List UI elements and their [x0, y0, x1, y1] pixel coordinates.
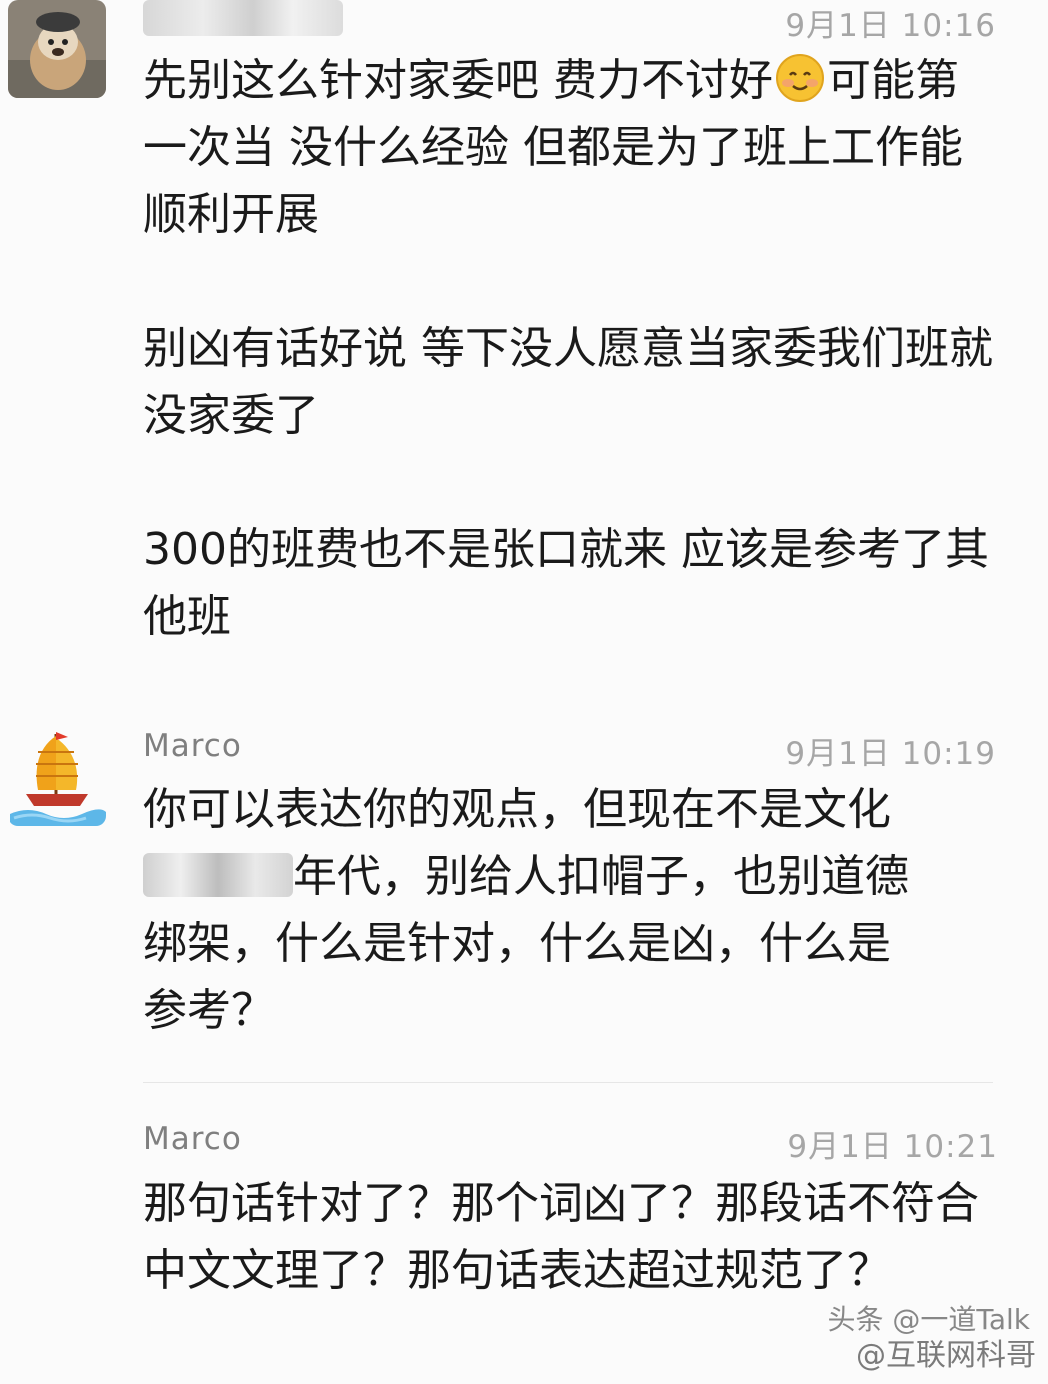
comment-paragraph: 别凶有话好说 等下没人愿意当家委我们班就没家委了	[143, 323, 993, 441]
comment-paragraph: 300的班费也不是张口就来 应该是参考了其他班	[143, 524, 989, 642]
comment-line: 绑架，什么是针对，什么是凶，什么是	[143, 918, 891, 969]
avatar-dog[interactable]	[8, 0, 106, 98]
smiling-face-emoji-icon	[775, 53, 825, 103]
redacted-text	[143, 853, 293, 897]
comment-time: 9月1日 10:19	[785, 736, 996, 772]
comment-line: 参考？	[143, 985, 275, 1036]
watermark: 头条 @一道Talk @互联网科哥	[827, 1303, 1036, 1374]
comment-body: 那句话针对了？那个词凶了？那段话不符合中文文理了？那句话表达超过规范了？	[143, 1178, 979, 1296]
comment-time: 9月1日 10:21	[787, 1129, 998, 1165]
comment-text: 年代，别给人扣帽子，也别道德	[293, 851, 909, 902]
comment-body: 先别这么针对家委吧 费力不讨好 可能第一次当 没什么经验 但都是为了班上工作能顺利…	[143, 47, 993, 650]
comment-text: 先别这么针对家委吧 费力不讨好	[143, 55, 773, 106]
comment-line: 年代，别给人扣帽子，也别道德	[143, 843, 993, 910]
username-redacted	[143, 0, 343, 36]
watermark-bottom: @互联网科哥	[856, 1338, 1036, 1373]
comment-paragraph: 先别这么针对家委吧 费力不讨好 可能第一次当 没什么经验 但都是为了班上工作能顺利…	[143, 47, 993, 248]
avatar-sailboat[interactable]	[8, 728, 106, 826]
comment-author[interactable]: Marco	[143, 1121, 242, 1157]
comment-line: 你可以表达你的观点，但现在不是文化	[143, 784, 891, 835]
comment-body: 你可以表达你的观点，但现在不是文化 年代，别给人扣帽子，也别道德 绑架，什么是针…	[143, 776, 993, 1044]
comment-author[interactable]: Marco	[143, 728, 242, 764]
watermark-top: 头条 @一道Talk	[827, 1303, 1030, 1336]
dog-avatar-icon	[8, 0, 106, 98]
comment-divider	[143, 1082, 993, 1083]
sailboat-avatar-icon	[10, 732, 106, 826]
comment-time: 9月1日 10:16	[785, 8, 996, 44]
